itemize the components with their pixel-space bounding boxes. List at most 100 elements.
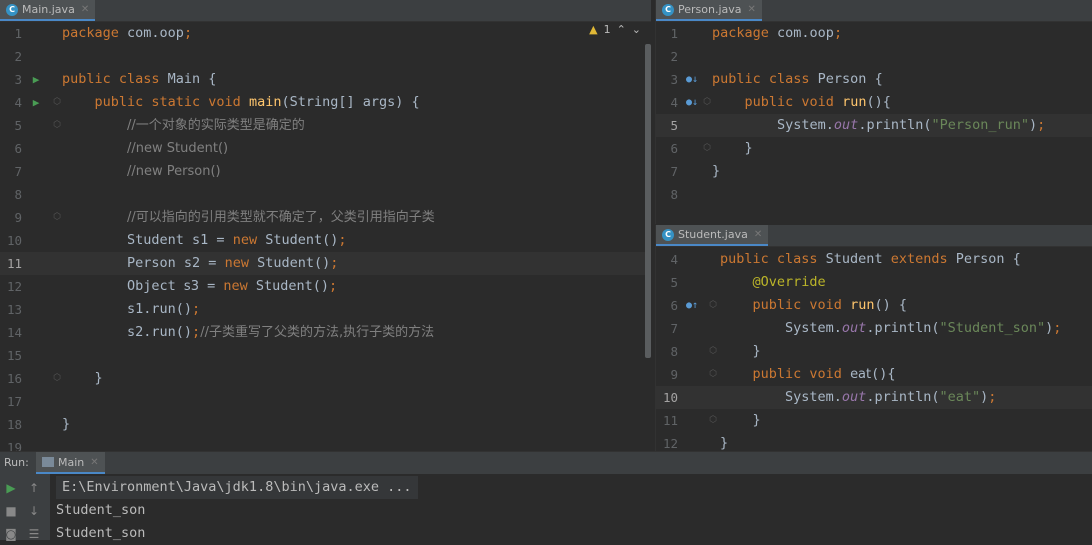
code-line[interactable]: 2	[0, 45, 651, 68]
overridden-icon[interactable]: ●↓	[684, 91, 700, 114]
line-number: 4	[670, 252, 678, 267]
code-line[interactable]: 1 package com.oop;	[656, 22, 1092, 45]
code-line[interactable]: 8	[0, 183, 651, 206]
code-line[interactable]: 3 ▶ public class Main {	[0, 68, 651, 91]
code-line[interactable]: 10 System.out.println("eat");	[656, 386, 1092, 409]
code-token: System.	[720, 320, 842, 336]
fold-marker-icon[interactable]: ⬡	[52, 367, 62, 390]
run-panel: Run: Main ✕ ▶ ↑ ■ ↓ ◙ ☰ E:\Environment\J…	[0, 451, 1092, 542]
code-line[interactable]: 9 ⬡ //可以指向的引用类型就不确定了，父类引用指向子类	[0, 206, 651, 229]
line-number: 3	[14, 72, 22, 87]
code-token: Student()	[265, 232, 339, 248]
java-class-icon: C	[662, 228, 674, 241]
chevron-down-icon[interactable]: ⌄	[632, 23, 641, 36]
fold-marker-icon[interactable]: ⬡	[52, 206, 62, 229]
fold-marker-icon[interactable]: ⬡	[708, 294, 718, 317]
code-token: ;	[988, 389, 997, 405]
code-line[interactable]: 18}	[0, 413, 651, 436]
code-token: "Student_son"	[939, 320, 1046, 336]
scroll-up-icon[interactable]: ↑	[26, 480, 42, 496]
java-class-icon: C	[6, 3, 18, 16]
code-line[interactable]: 3 ●↓ public class Person {	[656, 68, 1092, 91]
fold-marker-icon[interactable]: ⬡	[702, 91, 712, 114]
code-text: //new Student()	[62, 137, 228, 160]
soft-wrap-icon[interactable]: ☰	[26, 526, 42, 542]
code-line[interactable]: 8 ⬡ }	[656, 340, 1092, 363]
code-token: extends	[890, 251, 956, 267]
code-line[interactable]: 15	[0, 344, 651, 367]
fold-marker-icon[interactable]: ⬡	[708, 363, 718, 386]
person-editor-pane[interactable]: C Person.java ✕ 1 package com.oop; 2 3 ●↓ pub…	[655, 0, 1092, 224]
code-text: public void eat(){	[720, 363, 896, 386]
student-code-area[interactable]: 4 public class Student extends Person {5 …	[656, 246, 1092, 451]
code-line[interactable]: 9 ⬡ public void eat(){	[656, 363, 1092, 386]
person-code-area[interactable]: 1 package com.oop; 2 3 ●↓ public class Person…	[656, 21, 1092, 224]
code-line[interactable]: 1 package com.oop;	[0, 22, 651, 45]
code-token: .println(	[858, 117, 932, 133]
tab-run-main[interactable]: Main ✕	[36, 452, 105, 474]
tab-main-java[interactable]: C Main.java ✕	[0, 0, 96, 21]
code-line[interactable]: 7 //new Person()	[0, 160, 651, 183]
student-editor-pane[interactable]: C Student.java ✕ 4 public class Student e…	[655, 225, 1092, 451]
code-token: }	[62, 370, 103, 386]
code-line[interactable]: 5 System.out.println("Person_run");	[656, 114, 1092, 137]
fold-marker-icon[interactable]: ⬡	[708, 409, 718, 432]
close-tab-icon[interactable]: ✕	[754, 229, 762, 240]
inspection-widget[interactable]: ▲ 1 ⌃ ⌄	[589, 23, 641, 36]
console-icon	[42, 457, 54, 467]
code-text: }	[720, 340, 761, 363]
rerun-icon[interactable]: ▶	[3, 480, 19, 496]
code-line[interactable]: 19	[0, 436, 651, 451]
main-editor-pane[interactable]: C Main.java ✕ 1 package com.oop; 2 3 ▶ public…	[0, 0, 651, 451]
code-line[interactable]: 8	[656, 183, 1092, 206]
code-line[interactable]: 6 ⬡ }	[656, 137, 1092, 160]
code-line[interactable]: 11 Person s2 = new Student();	[0, 252, 651, 275]
line-number: 1	[670, 26, 678, 41]
code-line[interactable]: 17	[0, 390, 651, 413]
stop-icon[interactable]: ■	[3, 503, 19, 519]
fold-marker-icon[interactable]: ⬡	[708, 340, 718, 363]
code-line[interactable]: 12 Object s3 = new Student();	[0, 275, 651, 298]
code-line[interactable]: 4 public class Student extends Person {	[656, 248, 1092, 271]
tab-person-java[interactable]: C Person.java ✕	[656, 0, 762, 21]
code-token: }	[62, 416, 71, 432]
code-line[interactable]: 6 ●↑ ⬡ public void run() {	[656, 294, 1092, 317]
code-line[interactable]: 13 s1.run();	[0, 298, 651, 321]
chevron-up-icon[interactable]: ⌃	[617, 23, 626, 36]
code-text: public class Person {	[712, 68, 883, 91]
code-line[interactable]: 11 ⬡ }	[656, 409, 1092, 432]
code-line[interactable]: 6 //new Student()	[0, 137, 651, 160]
close-tab-icon[interactable]: ✕	[748, 4, 756, 15]
code-line[interactable]: 10 Student s1 = new Student();	[0, 229, 651, 252]
code-line[interactable]: 5 @Override	[656, 271, 1092, 294]
code-line[interactable]: 4 ●↓ ⬡ public void run(){	[656, 91, 1092, 114]
main-editor-scrollbar[interactable]	[645, 44, 651, 358]
close-tab-icon[interactable]: ✕	[81, 4, 89, 15]
fold-marker-icon[interactable]: ⬡	[702, 137, 712, 160]
run-icon[interactable]: ▶	[28, 68, 44, 91]
run-icon[interactable]: ▶	[28, 91, 44, 114]
line-number: 2	[670, 49, 678, 64]
overrides-icon[interactable]: ●↑	[684, 294, 700, 317]
code-text: public void run() {	[720, 294, 907, 317]
code-text: //可以指向的引用类型就不确定了，父类引用指向子类	[62, 206, 435, 229]
console-output-line: Student_son	[56, 502, 146, 518]
code-line[interactable]: 14 s2.run();//子类重写了父类的方法,执行子类的方法	[0, 321, 651, 344]
code-line[interactable]: 12}	[656, 432, 1092, 451]
code-line[interactable]: 2	[656, 45, 1092, 68]
code-line[interactable]: 4 ▶ ⬡ public static void main(String[] arg…	[0, 91, 651, 114]
code-line[interactable]: 7}	[656, 160, 1092, 183]
code-line[interactable]: 16 ⬡ }	[0, 367, 651, 390]
code-line[interactable]: 5 ⬡ //一个对象的实际类型是确定的	[0, 114, 651, 137]
code-line[interactable]: 7 System.out.println("Student_son");	[656, 317, 1092, 340]
code-token: out	[841, 320, 867, 336]
fold-marker-icon[interactable]: ⬡	[52, 114, 62, 137]
tab-student-java[interactable]: C Student.java ✕	[656, 225, 769, 246]
fold-marker-icon[interactable]: ⬡	[52, 91, 62, 114]
close-tab-icon[interactable]: ✕	[90, 457, 98, 468]
main-code-area[interactable]: 1 package com.oop; 2 3 ▶ public class Main {4…	[0, 21, 651, 451]
camera-icon[interactable]: ◙	[3, 526, 19, 542]
scroll-down-icon[interactable]: ↓	[26, 503, 42, 519]
overridden-icon[interactable]: ●↓	[684, 68, 700, 91]
